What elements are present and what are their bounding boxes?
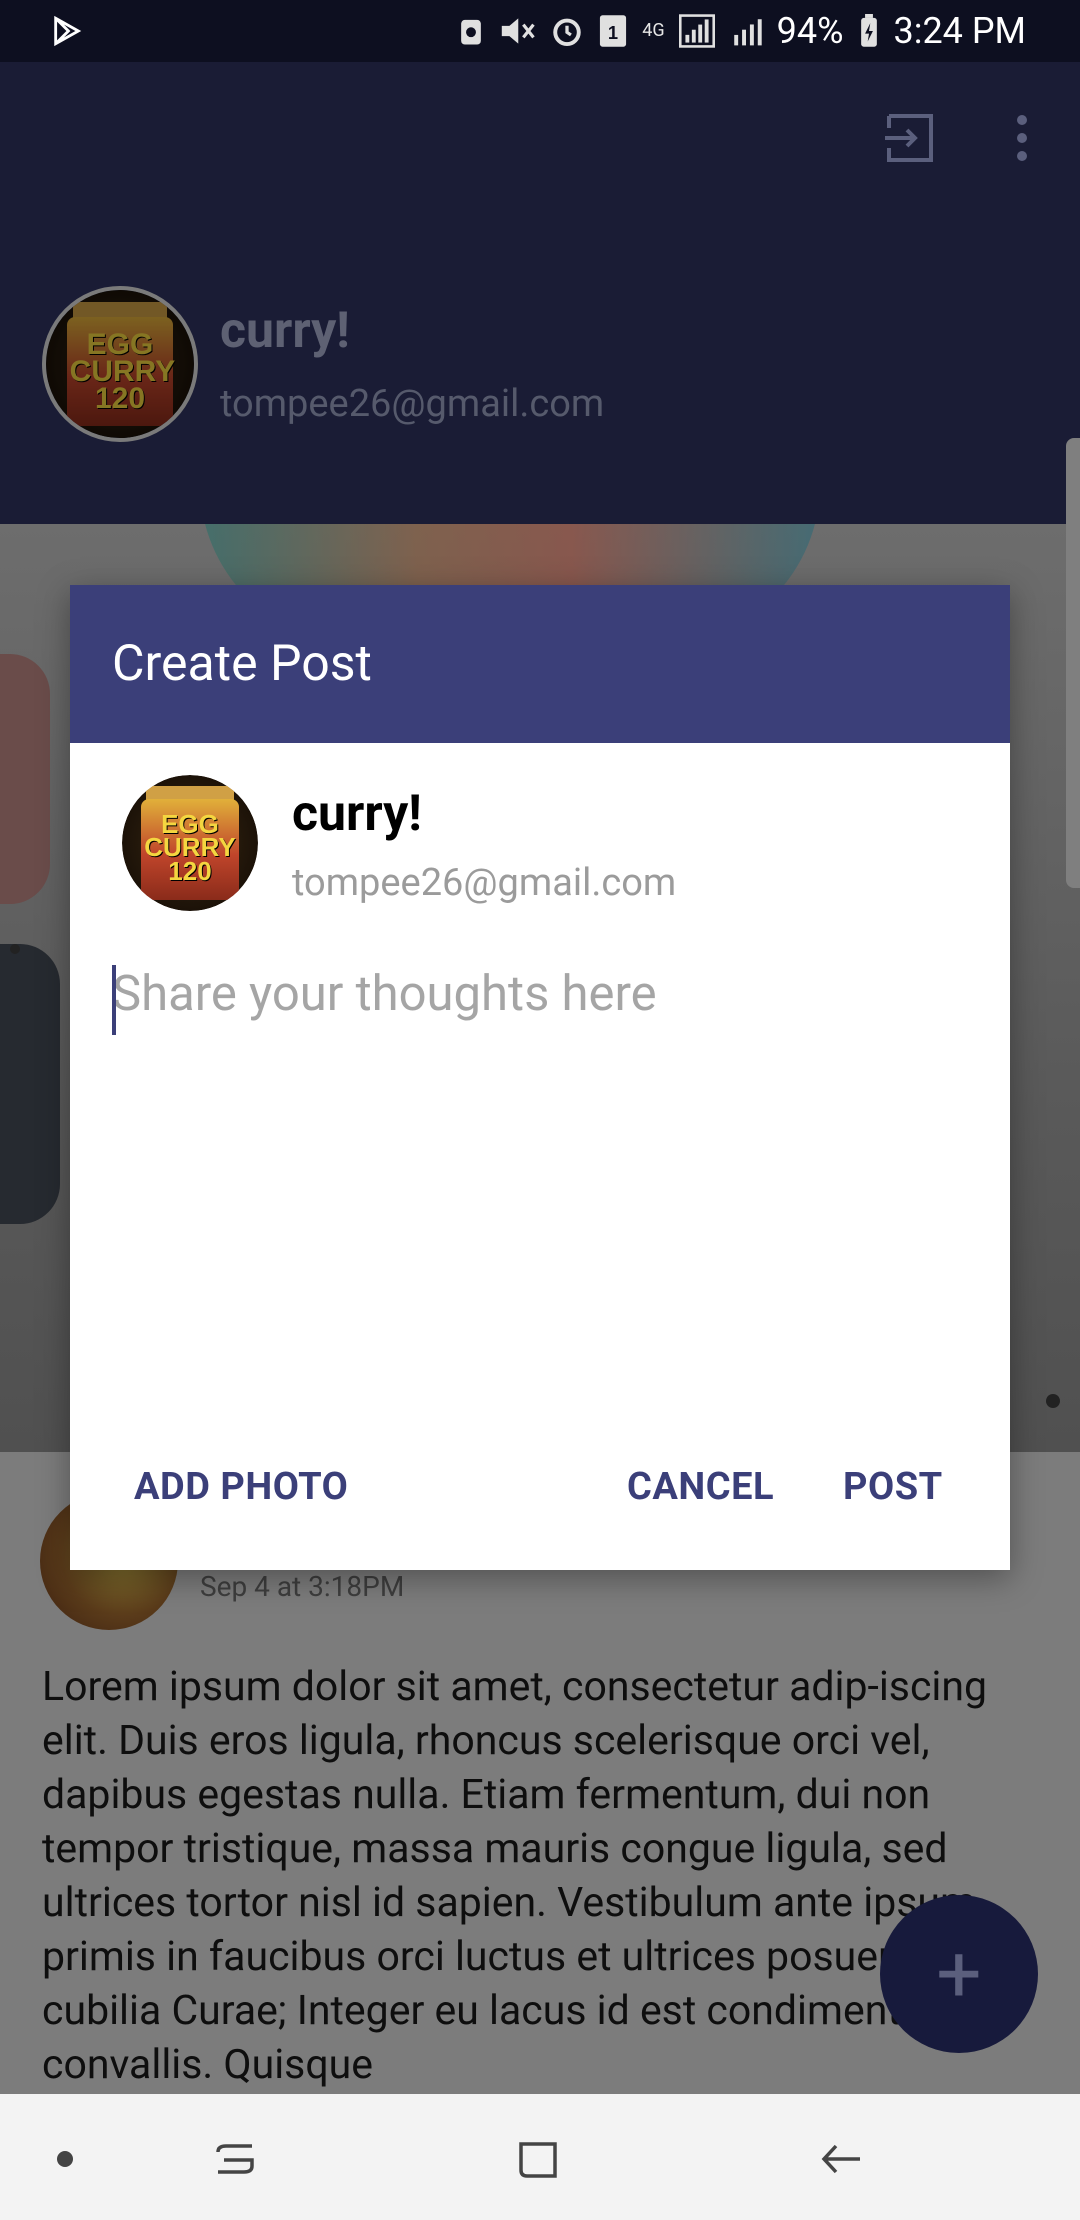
system-nav-bar [0,2094,1080,2220]
home-icon[interactable] [503,2124,573,2194]
post-text-input[interactable] [112,965,972,1385]
clock: 3:24 PM [893,10,1027,52]
scroll-indicator[interactable] [1066,438,1080,888]
exit-icon[interactable] [883,110,939,166]
sim-slot-icon: 1 [598,14,628,48]
svg-text:1: 1 [608,22,618,43]
create-post-dialog: Create Post EGG CURRY 120 curry! tompee2… [70,585,1010,1570]
signal-roaming-icon [729,14,763,48]
profile-email: tompee26@gmail.com [220,382,605,426]
recent-apps-icon[interactable] [200,2124,270,2194]
post-button[interactable]: POST [843,1465,943,1509]
dialog-title: Create Post [70,585,1010,743]
network-type-label: 4G [642,20,665,41]
dialog-avatar-caption: EGG CURRY 120 [144,809,236,886]
profile-name: curry! [220,302,350,360]
alarm-icon [550,14,584,48]
dialog-user-name: curry! [292,785,422,843]
recycle-icon [458,15,484,47]
avatar-caption: EGG CURRY 120 [69,328,176,416]
battery-icon [858,14,880,48]
cancel-button[interactable]: CANCEL [627,1465,774,1509]
post-body: Lorem ipsum dolor sit amet, consectetur … [42,1663,988,2089]
app-header [0,62,1080,524]
plus-icon: + [936,1927,982,2021]
profile-avatar[interactable]: EGG CURRY 120 [42,286,198,442]
status-bar: 1 4G 94% 3:24 PM [0,0,1080,62]
dialog-user-avatar: EGG CURRY 120 [122,775,258,911]
more-options-icon[interactable] [1000,110,1044,166]
nav-dot-icon[interactable] [30,2124,100,2194]
text-caret [112,965,116,1035]
play-store-icon [50,14,84,57]
add-photo-button[interactable]: ADD PHOTO [134,1465,348,1509]
add-post-fab[interactable]: + [880,1895,1038,2053]
mute-icon [498,14,536,48]
battery-percent: 94% [776,10,844,52]
back-icon[interactable] [806,2124,876,2194]
dialog-user-email: tompee26@gmail.com [292,861,677,905]
post-date: Sep 4 at 3:18PM [200,1570,405,1603]
signal-icon [678,14,715,48]
network-type-icon: 4G [642,22,664,40]
